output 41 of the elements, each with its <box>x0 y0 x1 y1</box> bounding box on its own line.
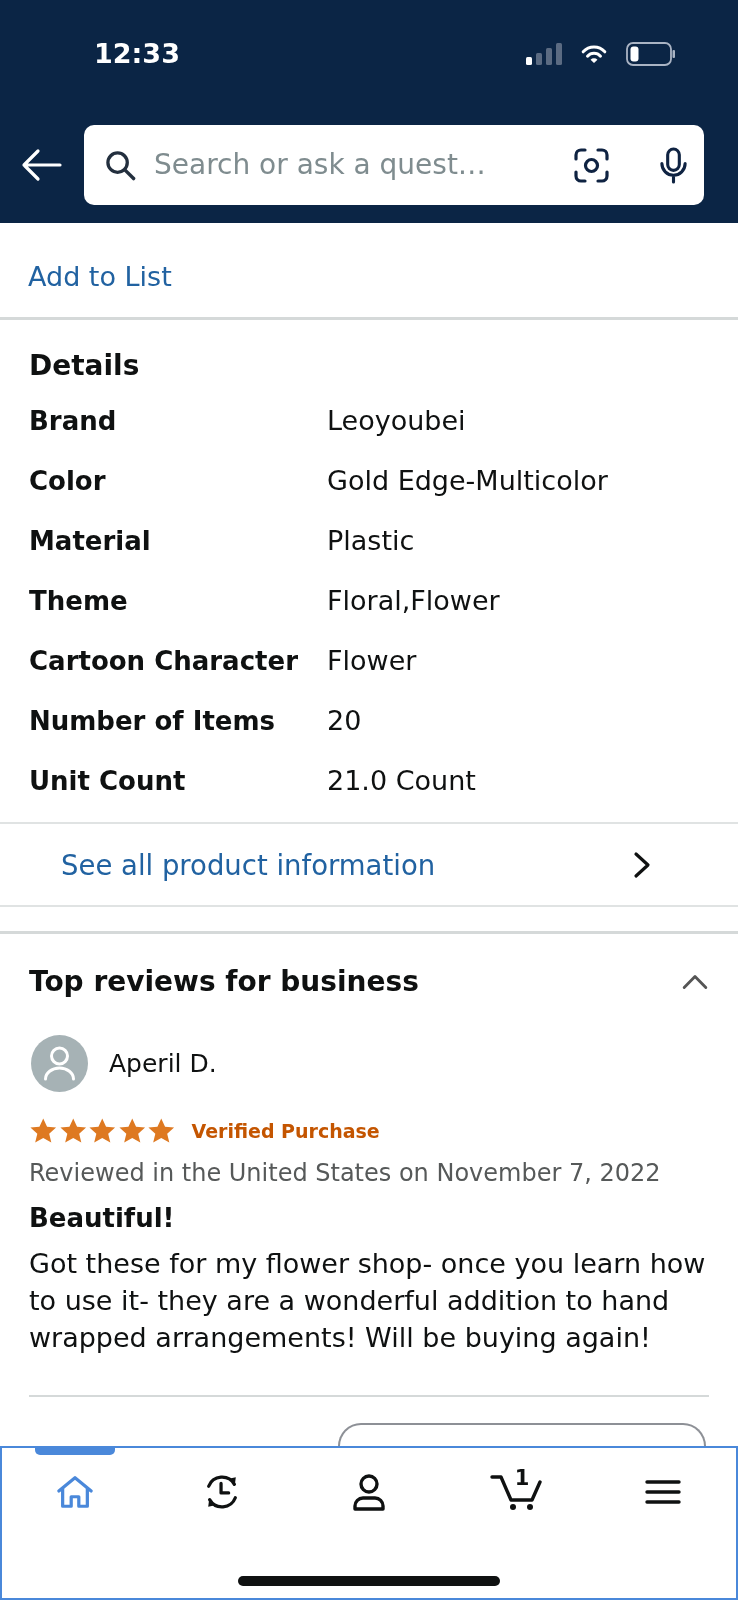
person-icon <box>352 1473 386 1511</box>
verified-purchase-label: Verified Purchase <box>191 1119 380 1144</box>
avatar-icon <box>31 1035 88 1092</box>
detail-value: 21.0 Count <box>327 764 476 798</box>
menu-icon <box>644 1479 681 1505</box>
cart-count: 1 <box>514 1466 530 1490</box>
review-text: Got these for my flower shop- once you learn how to use it- they are a wonderful addition to hand wrapped arrangements! Will be buying again! <box>29 1247 707 1355</box>
detail-label: Brand <box>29 405 118 438</box>
detail-value: 20 <box>327 704 362 738</box>
chevron-up-icon[interactable] <box>681 973 709 991</box>
chevron-right-icon[interactable] <box>632 850 652 879</box>
camera-lens-icon[interactable] <box>574 147 609 183</box>
detail-value: Leoyoubei <box>327 404 466 438</box>
reviewer-name: Aperil D. <box>109 1047 217 1080</box>
detail-label: Cartoon Character <box>29 645 299 678</box>
section-title: Top reviews for business <box>29 964 419 1000</box>
search-input[interactable]: Search or ask a quest… <box>154 144 574 186</box>
home-icon <box>56 1474 95 1510</box>
cart-tab[interactable]: 1 <box>442 1448 590 1514</box>
search-field[interactable]: Search or ask a quest… <box>84 125 704 205</box>
review-date: Reviewed in the United States on November 7, 2022 <box>29 1158 662 1189</box>
product-info-link[interactable]: See all product information <box>61 848 436 881</box>
microphone-icon[interactable] <box>658 146 689 184</box>
detail-label: Theme <box>29 585 129 618</box>
add-to-list-link[interactable]: Add to List <box>28 261 172 292</box>
detail-value: Gold Edge-Multicolor <box>327 464 608 498</box>
detail-label: Number of Items <box>29 705 276 738</box>
signal-icon <box>526 43 562 65</box>
status-time: 12:33 <box>94 37 180 71</box>
detail-value: Floral,Flower <box>327 584 500 618</box>
section-title: Details <box>29 348 141 384</box>
detail-value: Plastic <box>327 524 415 558</box>
back-arrow-icon[interactable] <box>20 148 62 182</box>
detail-label: Color <box>29 465 107 498</box>
search-icon <box>105 149 136 181</box>
detail-label: Unit Count <box>29 765 187 798</box>
wifi-icon <box>581 44 607 64</box>
battery-icon <box>626 42 676 66</box>
review-title: Beautiful! <box>29 1202 176 1235</box>
detail-label: Material <box>29 525 152 558</box>
detail-value: Flower <box>327 644 417 678</box>
